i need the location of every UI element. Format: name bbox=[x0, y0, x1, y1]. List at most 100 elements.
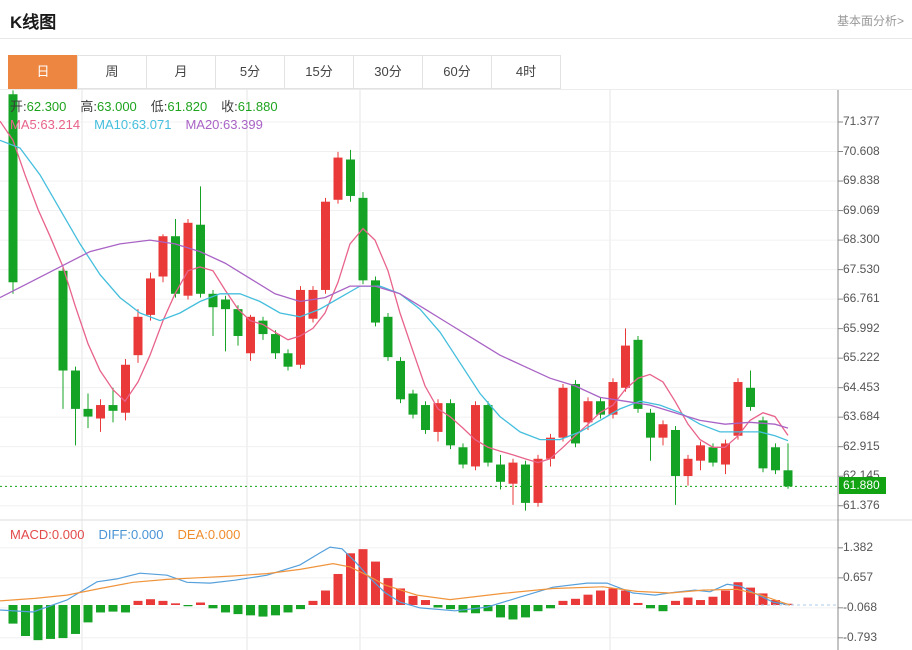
candle[interactable] bbox=[484, 401, 493, 466]
candle[interactable] bbox=[121, 359, 130, 420]
candle[interactable] bbox=[546, 434, 555, 467]
macd-bar bbox=[146, 599, 155, 605]
candle[interactable] bbox=[734, 378, 743, 439]
candle[interactable] bbox=[559, 384, 568, 442]
macd-bar bbox=[684, 598, 693, 605]
candle[interactable] bbox=[371, 277, 380, 327]
macd-bar bbox=[159, 601, 168, 605]
candle[interactable] bbox=[421, 401, 430, 434]
candle[interactable] bbox=[334, 152, 343, 204]
tab-day[interactable]: 日 bbox=[8, 55, 78, 89]
candle[interactable] bbox=[496, 455, 505, 490]
candle[interactable] bbox=[471, 401, 480, 470]
price-axis-label: 69.069 bbox=[843, 203, 880, 217]
tab-15min[interactable]: 15分 bbox=[284, 55, 354, 89]
macd-axis-label: 1.382 bbox=[843, 540, 873, 554]
macd-bar bbox=[721, 591, 730, 605]
candle[interactable] bbox=[409, 390, 418, 419]
macd-bar bbox=[109, 605, 118, 612]
legend-ohlc-close: 收:61.880 bbox=[221, 99, 277, 114]
candle[interactable] bbox=[321, 198, 330, 294]
kline-chart[interactable] bbox=[0, 90, 912, 650]
candle[interactable] bbox=[509, 459, 518, 505]
tab-4hour[interactable]: 4时 bbox=[491, 55, 561, 89]
legend-ohlc-low: 低:61.820 bbox=[151, 99, 207, 114]
candle[interactable] bbox=[134, 309, 143, 363]
macd-bar bbox=[571, 599, 580, 605]
tab-30min[interactable]: 30分 bbox=[353, 55, 423, 89]
candle[interactable] bbox=[259, 317, 268, 340]
candle[interactable] bbox=[359, 192, 368, 284]
candle[interactable] bbox=[521, 461, 530, 511]
macd-bar bbox=[421, 600, 430, 605]
macd-bar bbox=[409, 596, 418, 605]
candle[interactable] bbox=[621, 328, 630, 391]
candle[interactable] bbox=[684, 455, 693, 486]
candle[interactable] bbox=[346, 150, 355, 202]
price-axis-label: 64.453 bbox=[843, 380, 880, 394]
ohlc-legend: 开:62.300高:63.000低:61.820收:61.880 bbox=[10, 96, 292, 115]
candle[interactable] bbox=[646, 409, 655, 461]
macd-bar bbox=[9, 605, 18, 624]
price-axis-label: 67.530 bbox=[843, 262, 880, 276]
legend-ma-ma5: MA5:63.214 bbox=[10, 117, 80, 132]
candle[interactable] bbox=[659, 420, 668, 445]
macd-bar bbox=[621, 591, 630, 605]
macd-bar bbox=[234, 605, 243, 614]
candle[interactable] bbox=[396, 357, 405, 403]
macd-bar bbox=[21, 605, 30, 636]
tab-60min[interactable]: 60分 bbox=[422, 55, 492, 89]
macd-axis-label: -0.068 bbox=[843, 600, 877, 614]
candle[interactable] bbox=[96, 399, 105, 432]
legend-macd-dea: DEA:0.000 bbox=[177, 527, 240, 542]
candle[interactable] bbox=[71, 367, 80, 446]
macd-bar bbox=[709, 597, 718, 605]
price-axis-label: 65.992 bbox=[843, 321, 880, 335]
candle[interactable] bbox=[696, 442, 705, 471]
candle[interactable] bbox=[284, 349, 293, 370]
macd-bar bbox=[534, 605, 543, 611]
candle[interactable] bbox=[296, 286, 305, 368]
candle[interactable] bbox=[746, 371, 755, 411]
macd-bar bbox=[496, 605, 505, 617]
candles bbox=[9, 90, 793, 510]
kline-page: K线图 基本面分析> 日周月5分15分30分60分4时 开:62.300高:63… bbox=[0, 0, 912, 650]
macd-bar bbox=[259, 605, 268, 617]
macd-bar bbox=[84, 605, 93, 622]
macd-bar bbox=[284, 605, 293, 612]
candle[interactable] bbox=[221, 296, 230, 352]
macd-bar bbox=[184, 605, 193, 606]
macd-bar bbox=[71, 605, 80, 634]
candle[interactable] bbox=[196, 186, 205, 297]
macd-bar bbox=[559, 601, 568, 605]
macd-bar bbox=[121, 605, 130, 612]
candle[interactable] bbox=[434, 399, 443, 441]
candle[interactable] bbox=[84, 394, 93, 429]
price-axis-label: 61.376 bbox=[843, 498, 880, 512]
fundamental-analysis-link[interactable]: 基本面分析> bbox=[837, 12, 904, 29]
tab-month[interactable]: 月 bbox=[146, 55, 216, 89]
candle[interactable] bbox=[446, 399, 455, 449]
macd-bar bbox=[134, 601, 143, 605]
candle[interactable] bbox=[759, 417, 768, 473]
macd-bar bbox=[46, 605, 55, 639]
macd-bar bbox=[434, 605, 443, 607]
macd-bar bbox=[171, 603, 180, 605]
tab-week[interactable]: 周 bbox=[77, 55, 147, 89]
candle[interactable] bbox=[309, 286, 318, 322]
price-axis-label: 70.608 bbox=[843, 144, 880, 158]
macd-bar bbox=[659, 605, 668, 611]
macd-legend: MACD:0.000DIFF:0.000DEA:0.000 bbox=[10, 527, 254, 542]
candle[interactable] bbox=[184, 219, 193, 300]
macd-bar bbox=[509, 605, 518, 619]
macd-axis-label: -0.793 bbox=[843, 630, 877, 644]
tab-5min[interactable]: 5分 bbox=[215, 55, 285, 89]
candle[interactable] bbox=[171, 219, 180, 298]
candle[interactable] bbox=[671, 426, 680, 505]
candle[interactable] bbox=[384, 313, 393, 361]
price-axis-label: 68.300 bbox=[843, 232, 880, 246]
candle[interactable] bbox=[784, 443, 793, 488]
candle[interactable] bbox=[571, 380, 580, 447]
candle[interactable] bbox=[771, 443, 780, 474]
candle[interactable] bbox=[146, 273, 155, 321]
